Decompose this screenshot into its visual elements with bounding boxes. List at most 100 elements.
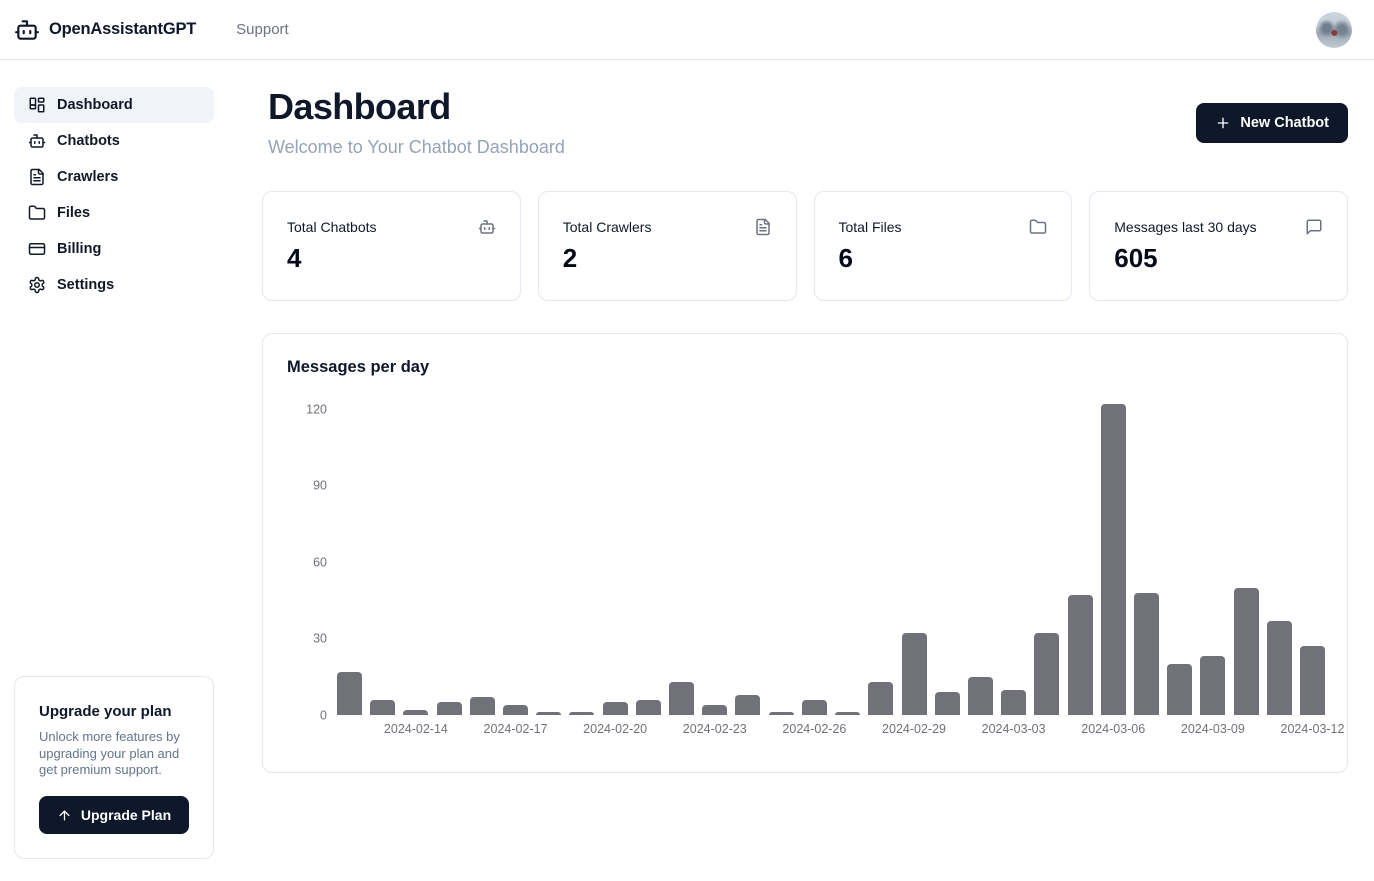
x-tick-label: 2024-02-20 <box>583 722 647 736</box>
stat-value: 2 <box>563 243 772 274</box>
stat-card-total-crawlers: Total Crawlers 2 <box>538 191 797 301</box>
chart-x-axis: 2024-02-14 2024-02-17 2024-02-20 2024-02-23… <box>337 715 1325 739</box>
stat-card-messages-30-days: Messages last 30 days 605 <box>1089 191 1348 301</box>
chart-bar-2024-03-12 <box>1300 646 1325 715</box>
chart-bar-2024-02-23 <box>702 705 727 715</box>
sidebar-item-files[interactable]: Files <box>14 195 214 231</box>
sidebar-item-label: Billing <box>57 241 101 257</box>
main-content: Dashboard Welcome to Your Chatbot Dashbo… <box>262 60 1348 773</box>
x-tick-label: 2024-02-26 <box>782 722 846 736</box>
x-tick-label: 2024-03-03 <box>982 722 1046 736</box>
chart-bar-2024-03-03 <box>1001 690 1026 716</box>
file-text-icon <box>754 218 772 236</box>
sidebar-item-label: Files <box>57 205 90 221</box>
x-tick-label: 2024-03-06 <box>1081 722 1145 736</box>
chart-bar-2024-02-24 <box>735 695 760 715</box>
message-square-icon <box>1305 218 1323 236</box>
new-chatbot-button-label: New Chatbot <box>1240 115 1329 131</box>
x-tick-label: 2024-02-23 <box>683 722 747 736</box>
layout-dashboard-icon <box>28 96 46 114</box>
upgrade-card-title: Upgrade your plan <box>39 703 189 720</box>
chart-bar-2024-03-06 <box>1101 404 1126 715</box>
chart-plot: 0306090120 <box>337 409 1325 715</box>
x-tick-label: 2024-02-29 <box>882 722 946 736</box>
sidebar-item-label: Crawlers <box>57 169 118 185</box>
stat-label: Total Crawlers <box>563 219 652 235</box>
sidebar-item-chatbots[interactable]: Chatbots <box>14 123 214 159</box>
chart-bar-2024-02-12 <box>337 672 362 715</box>
new-chatbot-button[interactable]: New Chatbot <box>1196 103 1348 143</box>
header-nav: Support <box>236 21 289 39</box>
stat-label: Total Files <box>839 219 902 235</box>
chart-bar-2024-03-09 <box>1200 656 1225 715</box>
nav-support-link[interactable]: Support <box>236 21 289 38</box>
y-tick-label: 120 <box>306 403 327 416</box>
chart-bar-2024-03-07 <box>1134 593 1159 715</box>
bot-logo-icon <box>14 17 40 43</box>
sidebar-item-crawlers[interactable]: Crawlers <box>14 159 214 195</box>
stat-card-total-chatbots: Total Chatbots 4 <box>262 191 521 301</box>
chart-bar-2024-02-22 <box>669 682 694 715</box>
sidebar-item-label: Settings <box>57 277 114 293</box>
chart-bar-2024-02-20 <box>603 702 628 715</box>
plus-icon <box>1215 115 1231 131</box>
page-title: Dashboard <box>268 85 565 129</box>
credit-card-icon <box>28 240 46 258</box>
sidebar-item-billing[interactable]: Billing <box>14 231 214 267</box>
upgrade-card-description: Unlock more features by upgrading your p… <box>39 729 189 778</box>
chart-bar-2024-02-21 <box>636 700 661 715</box>
sidebar-item-dashboard[interactable]: Dashboard <box>14 87 214 123</box>
chart-bar-2024-03-08 <box>1167 664 1192 715</box>
y-tick-label: 60 <box>313 556 327 569</box>
upgrade-plan-button-label: Upgrade Plan <box>81 807 171 823</box>
stats-row: Total Chatbots 4 Total Crawlers 2 Total … <box>262 191 1348 301</box>
user-avatar[interactable] <box>1316 12 1352 48</box>
sidebar-item-label: Dashboard <box>57 97 133 113</box>
x-tick-label: 2024-03-12 <box>1281 722 1345 736</box>
gear-icon <box>28 276 46 294</box>
page-subtitle: Welcome to Your Chatbot Dashboard <box>268 133 565 161</box>
upgrade-plan-button[interactable]: Upgrade Plan <box>39 796 189 834</box>
stat-value: 605 <box>1114 243 1323 274</box>
x-tick-label: 2024-03-09 <box>1181 722 1245 736</box>
chart-title: Messages per day <box>287 358 1323 377</box>
sidebar-item-label: Chatbots <box>57 133 120 149</box>
arrow-up-icon <box>57 808 72 823</box>
brand-name: OpenAssistantGPT <box>49 20 196 39</box>
chart-bar-2024-02-28 <box>868 682 893 715</box>
chart-bar-2024-02-13 <box>370 700 395 715</box>
x-tick-label: 2024-02-17 <box>484 722 548 736</box>
stat-value: 6 <box>839 243 1048 274</box>
top-header: OpenAssistantGPT Support <box>0 0 1374 60</box>
file-text-icon <box>28 168 46 186</box>
chart-bar-2024-02-26 <box>802 700 827 715</box>
chart-bar-2024-02-17 <box>503 705 528 715</box>
chart-bar-2024-03-02 <box>968 677 993 715</box>
chart-bar-2024-02-15 <box>437 702 462 715</box>
stat-label: Messages last 30 days <box>1114 219 1256 235</box>
chart-bar-2024-03-11 <box>1267 621 1292 715</box>
bot-icon <box>28 132 46 150</box>
y-tick-label: 0 <box>320 709 327 722</box>
folder-icon <box>28 204 46 222</box>
messages-per-day-chart-card: Messages per day 0306090120 2024-02-1420… <box>262 333 1348 773</box>
folder-icon <box>1029 218 1047 236</box>
chart-bar-2024-02-16 <box>470 697 495 715</box>
stat-value: 4 <box>287 243 496 274</box>
sidebar-item-settings[interactable]: Settings <box>14 267 214 303</box>
chart-bar-2024-03-10 <box>1234 588 1259 716</box>
stat-label: Total Chatbots <box>287 219 377 235</box>
chart-y-axis: 0306090120 <box>287 409 327 715</box>
y-tick-label: 30 <box>313 632 327 645</box>
chart-bar-2024-03-01 <box>935 692 960 715</box>
chart-bar-2024-03-05 <box>1068 595 1093 715</box>
brand[interactable]: OpenAssistantGPT <box>14 17 196 43</box>
stat-card-total-files: Total Files 6 <box>814 191 1073 301</box>
chart-bar-2024-02-29 <box>902 633 927 715</box>
sidebar: Dashboard Chatbots Crawlers Files Billin… <box>0 60 230 881</box>
chart-bar-2024-03-04 <box>1034 633 1059 715</box>
x-tick-label: 2024-02-14 <box>384 722 448 736</box>
bot-icon <box>478 218 496 236</box>
page-head: Dashboard Welcome to Your Chatbot Dashbo… <box>262 60 1348 161</box>
upgrade-plan-card: Upgrade your plan Unlock more features b… <box>14 676 214 859</box>
